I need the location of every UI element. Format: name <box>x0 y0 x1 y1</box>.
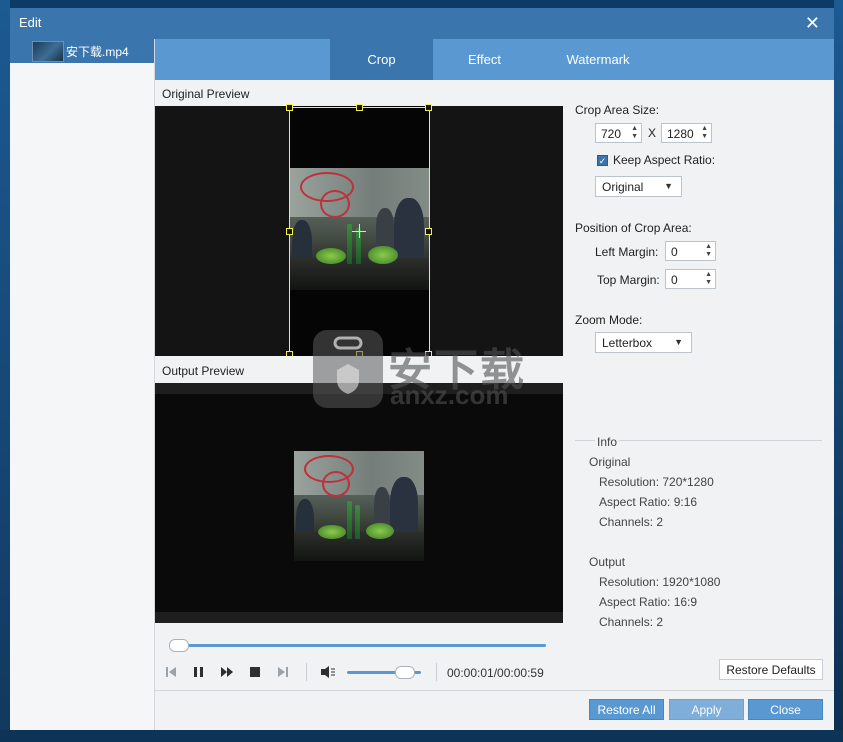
left-margin-value: 0 <box>671 245 678 259</box>
crop-center-icon-v <box>359 224 360 238</box>
crop-area-size-label: Crop Area Size: <box>575 103 660 117</box>
tab-watermark[interactable]: Watermark <box>536 39 660 80</box>
crop-width-stepper[interactable]: 720 ▲ ▼ <box>595 123 642 143</box>
chevron-down-icon: ▼ <box>674 337 683 347</box>
apply-button[interactable]: Apply <box>669 699 744 720</box>
separator <box>436 663 437 681</box>
crop-handle-tl[interactable] <box>286 104 293 111</box>
tab-effect[interactable]: Effect <box>433 39 536 80</box>
volume-knob[interactable] <box>394 666 415 679</box>
tab-crop[interactable]: Crop <box>330 39 433 80</box>
stepper-arrows-icon[interactable]: ▲ ▼ <box>701 125 708 141</box>
output-aspect-ratio: Aspect Ratio: 16:9 <box>599 595 698 609</box>
original-preview <box>155 104 563 358</box>
crop-handle-tr[interactable] <box>425 104 432 111</box>
file-list-item[interactable]: 安下载.mp4 <box>10 39 154 63</box>
next-frame-icon[interactable] <box>278 666 289 681</box>
background-app-bottom <box>0 730 843 742</box>
output-preview-label: Output Preview <box>162 364 245 378</box>
crop-position-label: Position of Crop Area: <box>575 221 692 235</box>
crop-x-label: X <box>648 126 657 140</box>
zoom-mode-value: Letterbox <box>602 336 653 350</box>
output-resolution: Resolution: 1920*1080 <box>599 575 721 589</box>
restore-all-button[interactable]: Restore All <box>589 699 664 720</box>
playback-controls: 00:00:01/00:00:59 <box>155 658 563 688</box>
original-channels: Channels: 2 <box>599 515 664 529</box>
left-margin-label: Left Margin: <box>595 245 659 259</box>
separator <box>306 663 307 681</box>
aspect-ratio-select[interactable]: Original ▼ <box>595 176 682 197</box>
dialog-title: Edit <box>19 15 42 30</box>
stepper-arrows-icon[interactable]: ▲ ▼ <box>705 243 712 259</box>
top-margin-stepper[interactable]: 0 ▲ ▼ <box>665 269 716 289</box>
zoom-mode-label: Zoom Mode: <box>575 313 643 327</box>
stepper-arrows-icon[interactable]: ▲ ▼ <box>631 125 638 141</box>
original-heading: Original <box>589 455 631 469</box>
stepper-arrows-icon[interactable]: ▲ ▼ <box>705 271 712 287</box>
original-aspect-ratio: Aspect Ratio: 9:16 <box>599 495 698 509</box>
fast-forward-icon[interactable] <box>221 666 234 681</box>
tab-bar: Crop Effect Watermark <box>155 39 834 80</box>
file-name: 安下载.mp4 <box>66 45 129 59</box>
restore-defaults-button[interactable]: Restore Defaults <box>719 659 823 680</box>
top-margin-label: Top Margin: <box>597 273 660 287</box>
volume-icon[interactable] <box>321 665 336 682</box>
zoom-mode-select[interactable]: Letterbox ▼ <box>595 332 692 353</box>
watermark-logo-icon <box>313 330 383 408</box>
crop-handle-top[interactable] <box>356 104 363 111</box>
crop-height-stepper[interactable]: 1280 ▲ ▼ <box>661 123 712 143</box>
file-list: 安下载.mp4 <box>10 39 155 730</box>
crop-handle-left[interactable] <box>286 228 293 235</box>
top-margin-value: 0 <box>671 273 678 287</box>
seek-knob[interactable] <box>169 639 189 652</box>
crop-height-value: 1280 <box>667 127 694 141</box>
time-display: 00:00:01/00:00:59 <box>447 666 544 680</box>
seek-bar[interactable] <box>155 634 563 656</box>
pause-icon[interactable] <box>193 666 204 681</box>
chevron-down-icon: ▼ <box>664 181 673 191</box>
output-channels: Channels: 2 <box>599 615 664 629</box>
previous-frame-icon[interactable] <box>166 666 177 681</box>
output-preview <box>155 383 563 623</box>
output-video-frame <box>294 451 424 561</box>
seek-track[interactable] <box>169 644 546 647</box>
footer-divider <box>155 690 834 691</box>
background-app-left <box>0 0 10 742</box>
video-thumbnail <box>32 41 64 62</box>
close-button[interactable]: Close <box>748 699 823 720</box>
keep-aspect-checkbox[interactable]: ✓ <box>597 155 608 166</box>
info-title: Info <box>595 435 620 449</box>
dialog-title-bar: Edit ✕ <box>10 8 834 39</box>
aspect-ratio-value: Original <box>602 180 644 194</box>
output-heading: Output <box>589 555 626 569</box>
watermark-url: anxz.com <box>390 380 509 410</box>
left-margin-stepper[interactable]: 0 ▲ ▼ <box>665 241 716 261</box>
close-icon[interactable]: ✕ <box>805 12 820 34</box>
original-resolution: Resolution: 720*1280 <box>599 475 714 489</box>
keep-aspect-label: Keep Aspect Ratio: <box>613 153 716 167</box>
stop-icon[interactable] <box>250 666 261 681</box>
crop-handle-right[interactable] <box>425 228 432 235</box>
background-app-right <box>834 0 843 742</box>
crop-width-value: 720 <box>601 127 622 141</box>
original-preview-label: Original Preview <box>162 87 250 101</box>
